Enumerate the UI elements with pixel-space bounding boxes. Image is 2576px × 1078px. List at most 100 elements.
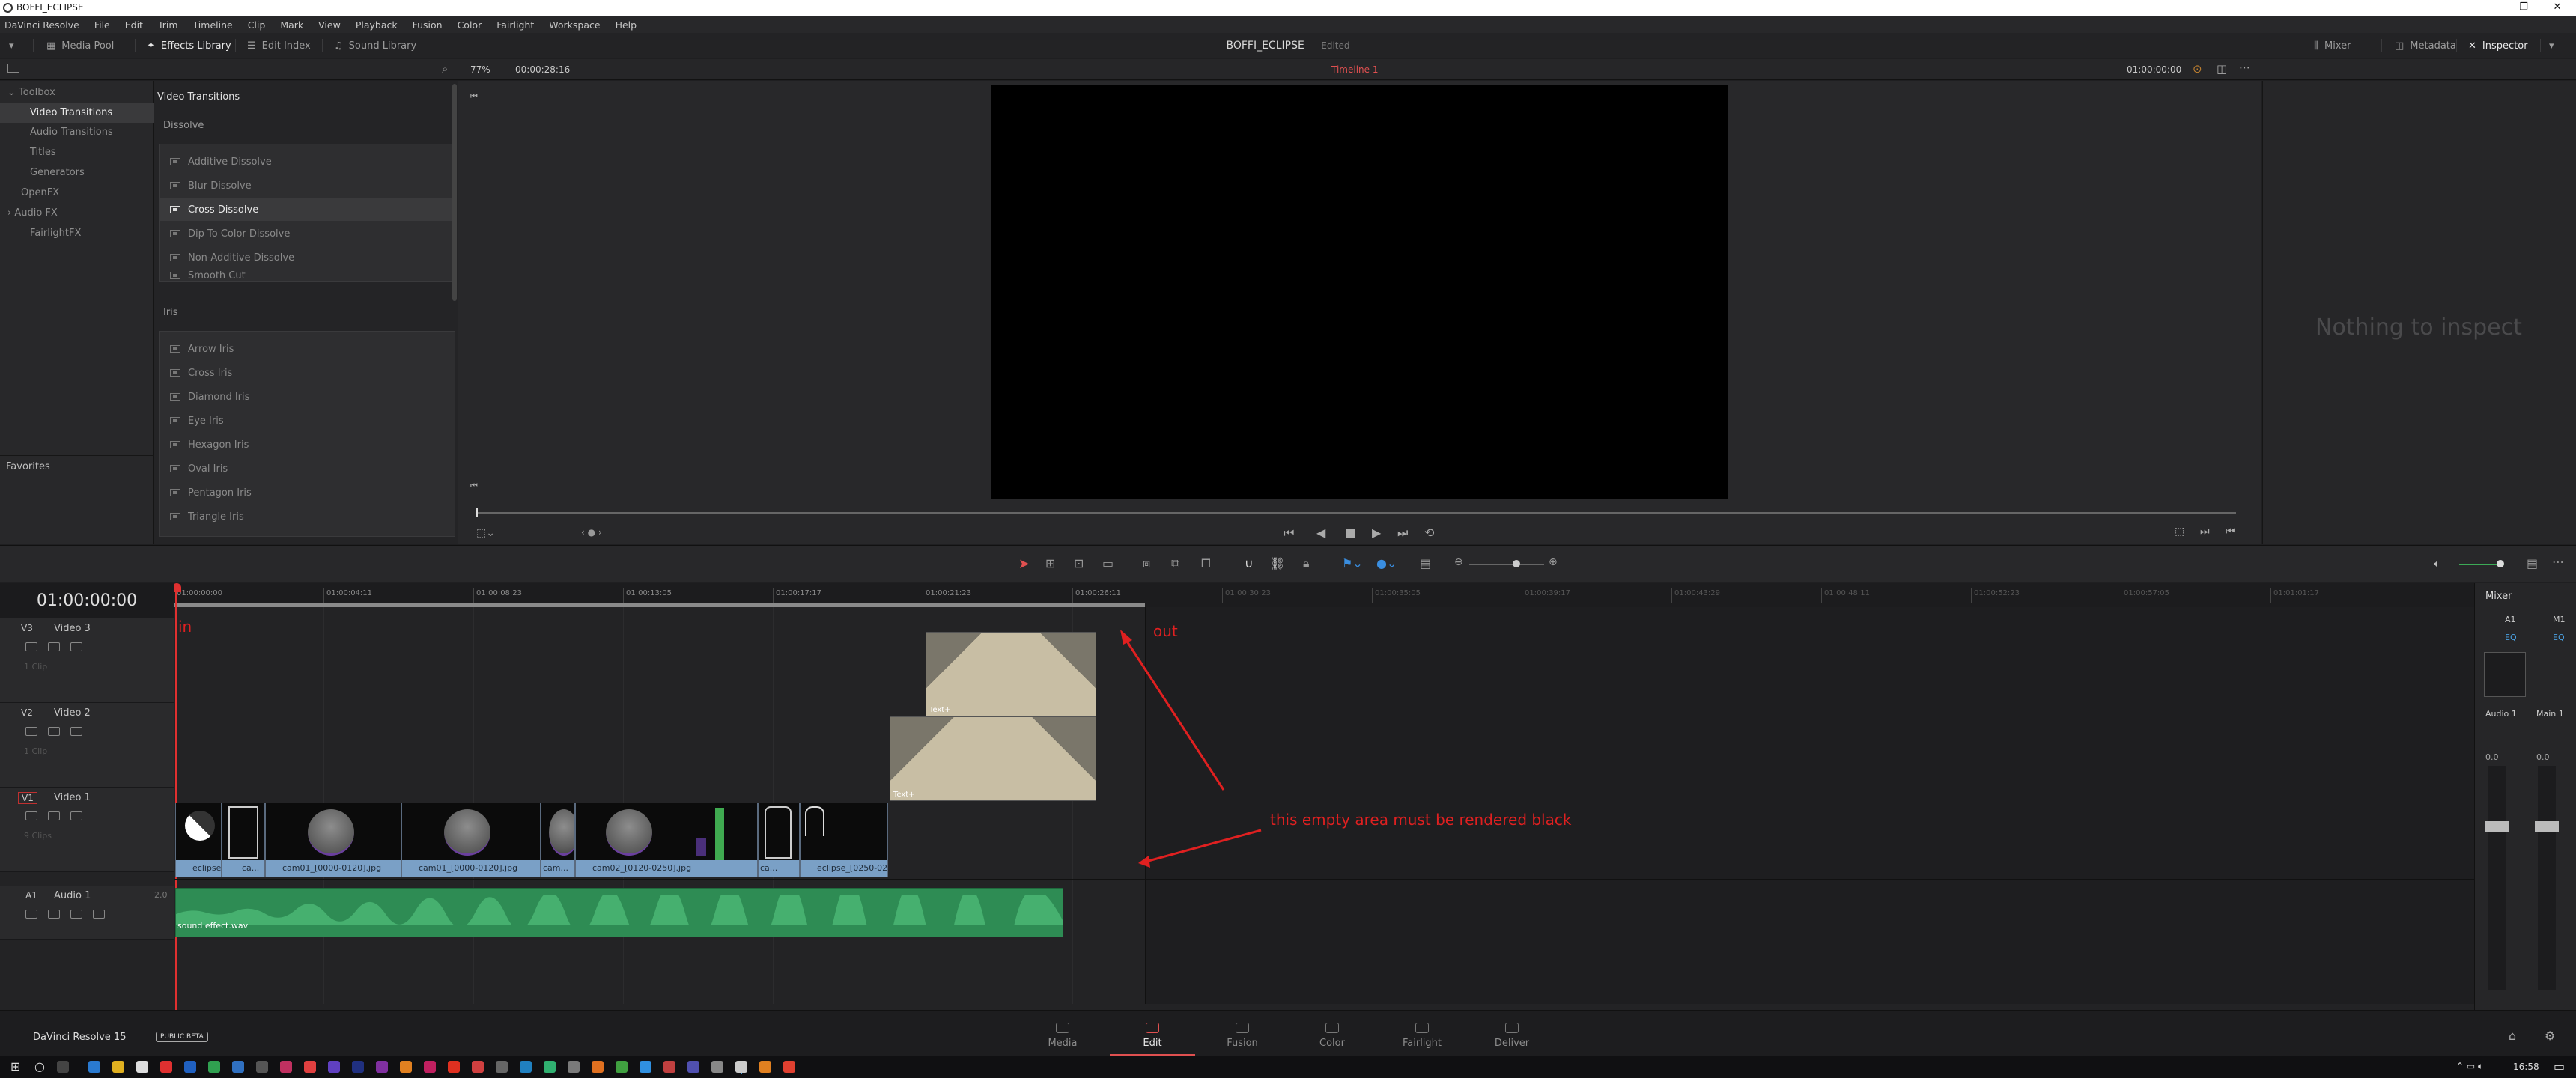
app-icon[interactable] xyxy=(232,1061,244,1073)
app-icon[interactable] xyxy=(783,1061,795,1073)
fx-oval-iris[interactable]: Oval Iris xyxy=(160,457,453,480)
app-icon[interactable] xyxy=(328,1061,340,1073)
next-edit-icon[interactable]: ⏭ xyxy=(2200,526,2210,538)
menu-davinci[interactable]: DaVinci Resolve xyxy=(4,19,79,31)
mixer-ch2-eq[interactable]: EQ xyxy=(2553,633,2565,642)
page-fairlight[interactable]: Fairlight xyxy=(1388,1023,1456,1049)
position-lock-icon[interactable]: 🔒︎ xyxy=(1303,556,1310,571)
menu-view[interactable]: View xyxy=(318,19,341,31)
app-icon[interactable] xyxy=(424,1061,436,1073)
menu-workspace[interactable]: Workspace xyxy=(549,19,600,31)
tree-video-transitions[interactable]: Video Transitions xyxy=(30,107,112,118)
app-icon[interactable] xyxy=(304,1061,316,1073)
tree-openfx[interactable]: OpenFX xyxy=(21,187,59,198)
viewer-mode-icon[interactable]: ⬚⌄ xyxy=(476,527,495,539)
app-icon[interactable] xyxy=(544,1061,556,1073)
zoom-out-icon[interactable]: ⊖ xyxy=(1454,556,1463,568)
menu-fusion[interactable]: Fusion xyxy=(413,19,443,31)
pan-control[interactable] xyxy=(2484,652,2526,697)
fx-arrow-iris[interactable]: Arrow Iris xyxy=(160,338,453,360)
linked-selection-icon[interactable]: ⛓ xyxy=(1270,556,1285,570)
explorer-icon[interactable] xyxy=(112,1061,124,1073)
menu-timeline[interactable]: Timeline xyxy=(193,19,233,31)
overlay-icon[interactable]: ⊙ xyxy=(2193,62,2202,76)
app-icon[interactable] xyxy=(448,1061,460,1073)
zoom-slider-handle[interactable] xyxy=(1513,560,1520,567)
mark-out-icon[interactable]: ⏮ xyxy=(470,481,478,491)
tree-fairlightfx[interactable]: FairlightFX xyxy=(30,228,81,239)
maximize-button[interactable]: ❐ xyxy=(2509,1,2539,13)
collapse-icon[interactable]: ▾ xyxy=(2549,37,2554,54)
metadata-button[interactable]: ◫ Metadata xyxy=(2395,37,2456,54)
close-button[interactable]: ✕ xyxy=(2542,1,2572,13)
page-fusion[interactable]: Fusion xyxy=(1209,1023,1276,1049)
stop-icon[interactable]: ■ xyxy=(1345,526,1356,540)
davinci-taskbar-icon[interactable] xyxy=(735,1061,747,1073)
fx-cross-dissolve[interactable]: Cross Dissolve xyxy=(160,198,453,221)
app-icon[interactable] xyxy=(280,1061,292,1073)
panel-toggle-icon[interactable]: ▾ xyxy=(9,37,14,54)
scrubber-playhead[interactable] xyxy=(476,508,478,517)
app-icon[interactable] xyxy=(400,1061,412,1073)
page-media[interactable]: Media xyxy=(1029,1023,1096,1049)
mixer-button[interactable]: ⫼ Mixer xyxy=(2314,37,2351,54)
volume-handle[interactable] xyxy=(2497,560,2504,567)
fx-additive-dissolve[interactable]: Additive Dissolve xyxy=(160,150,453,173)
app-icon[interactable] xyxy=(376,1061,388,1073)
minimize-button[interactable]: – xyxy=(2475,1,2505,13)
sound-library-button[interactable]: ♫ Sound Library xyxy=(334,37,416,54)
zoom-slider[interactable] xyxy=(1469,564,1544,565)
effects-scrollbar[interactable] xyxy=(452,84,457,301)
flag-icon[interactable]: ⚑⌄ xyxy=(1342,556,1363,570)
ch1-fader-track[interactable] xyxy=(2488,766,2506,990)
app-icon[interactable] xyxy=(352,1061,364,1073)
fx-eye-iris[interactable]: Eye Iris xyxy=(160,409,453,432)
app-icon[interactable] xyxy=(184,1061,196,1073)
search-taskbar-icon[interactable]: ○ xyxy=(34,1059,45,1074)
ch2-fader-track[interactable] xyxy=(2538,766,2556,990)
go-to-end-icon[interactable]: ⏭ xyxy=(1397,526,1408,540)
fx-non-additive-dissolve[interactable]: Non-Additive Dissolve xyxy=(160,246,453,269)
fx-cross-iris[interactable]: Cross Iris xyxy=(160,362,453,384)
edge-icon[interactable] xyxy=(88,1061,100,1073)
viewer-scrubber[interactable] xyxy=(476,512,2236,514)
app-icon[interactable] xyxy=(640,1061,651,1073)
timeline-name-dropdown[interactable]: Timeline 1 xyxy=(1331,64,1378,75)
app-icon[interactable] xyxy=(496,1061,508,1073)
media-pool-button[interactable]: ▦ Media Pool xyxy=(46,37,114,54)
more-options-icon[interactable]: ⋯ xyxy=(2239,61,2250,74)
menu-color[interactable]: Color xyxy=(458,19,482,31)
play-reverse-icon[interactable]: ◀ xyxy=(1316,526,1325,540)
tree-titles[interactable]: Titles xyxy=(30,147,56,158)
home-icon[interactable]: ⌂ xyxy=(2509,1029,2516,1043)
store-icon[interactable] xyxy=(136,1061,148,1073)
zoom-in-icon[interactable]: ⊕ xyxy=(1549,556,1558,568)
fx-triangle-iris[interactable]: Triangle Iris xyxy=(160,505,453,528)
inspector-button[interactable]: ✕ Inspector xyxy=(2468,37,2528,54)
page-color[interactable]: Color xyxy=(1298,1023,1366,1049)
app-icon[interactable] xyxy=(711,1061,723,1073)
selection-tool-icon[interactable]: ➤ xyxy=(1018,556,1030,572)
menu-help[interactable]: Help xyxy=(616,19,637,31)
play-icon[interactable]: ▶ xyxy=(1372,526,1381,540)
fx-dip-to-color-dissolve[interactable]: Dip To Color Dissolve xyxy=(160,222,453,245)
menu-mark[interactable]: Mark xyxy=(280,19,303,31)
effects-library-button[interactable]: ✦ Effects Library xyxy=(147,37,231,54)
edit-index-button[interactable]: ☰ Edit Index xyxy=(247,37,311,54)
marker-icon[interactable]: ●⌄ xyxy=(1376,556,1397,570)
go-to-start-icon[interactable]: ⏮ xyxy=(1284,526,1294,540)
tray-icons[interactable]: ⌃ ▭ 🔈︎ xyxy=(2456,1061,2483,1072)
app-icon[interactable] xyxy=(568,1061,580,1073)
ch2-fader-handle[interactable] xyxy=(2535,821,2559,832)
menu-trim[interactable]: Trim xyxy=(158,19,178,31)
dual-view-icon[interactable]: ◫ xyxy=(2217,62,2227,76)
app-icon[interactable] xyxy=(520,1061,532,1073)
fx-pentagon-iris[interactable]: Pentagon Iris xyxy=(160,481,453,504)
viewer-canvas[interactable] xyxy=(991,85,1728,499)
fx-diamond-iris[interactable]: Diamond Iris xyxy=(160,386,453,408)
menu-file[interactable]: File xyxy=(94,19,110,31)
timeline-options-icon[interactable]: ⋯ xyxy=(2552,555,2564,569)
app-icon[interactable] xyxy=(208,1061,220,1073)
volume-icon[interactable]: 🔈︎ xyxy=(2434,556,2441,571)
page-deliver[interactable]: Deliver xyxy=(1478,1023,1546,1049)
